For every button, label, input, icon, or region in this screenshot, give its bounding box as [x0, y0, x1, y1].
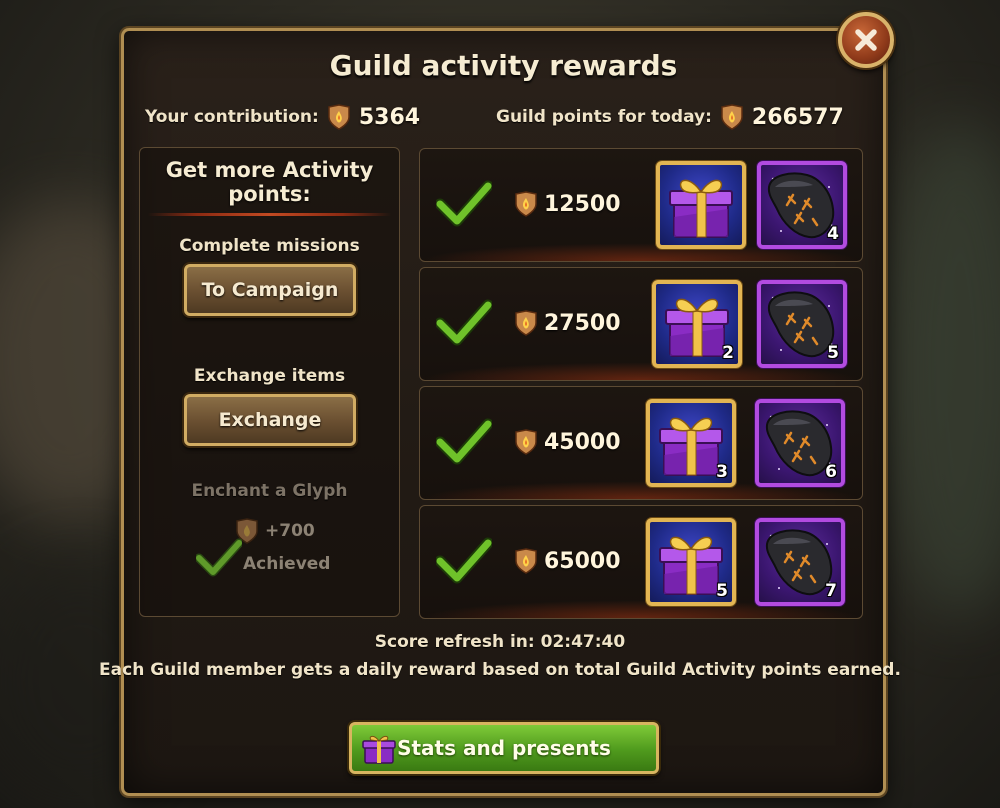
gift-quantity: 5 [716, 581, 728, 601]
glyph-reward[interactable]: 5 [757, 280, 847, 368]
tier-points-value: 27500 [544, 310, 621, 336]
guild-points-label: Guild points for today: [496, 107, 712, 127]
glyph-reward[interactable]: 6 [755, 399, 845, 487]
gift-box-icon [669, 179, 733, 238]
activity-sources-panel: Get more Activity points: Complete missi… [139, 147, 400, 617]
glyph-reward[interactable]: 7 [755, 518, 845, 606]
tier-points: 12500 [514, 191, 621, 217]
close-icon [855, 29, 877, 51]
contribution-value: 5364 [358, 104, 421, 130]
glyph-quantity: 7 [825, 581, 837, 601]
glyph-quantity: 5 [827, 343, 839, 363]
missions-label: Complete missions [179, 236, 360, 256]
divider [148, 213, 391, 216]
stats-and-presents-button[interactable]: Stats and presents [349, 722, 659, 774]
gift-quantity: 2 [722, 343, 734, 363]
sources-heading: Get more Activity points: [140, 158, 399, 206]
checkmark-icon [436, 418, 492, 465]
gift-quantity: 3 [716, 462, 728, 482]
sources-heading-line2: points: [228, 182, 311, 206]
gift-reward[interactable]: 5 [646, 518, 736, 606]
reward-info-text: Each Guild member gets a daily reward ba… [99, 660, 901, 680]
guild-points-stat: Guild points for today: 266577 [496, 104, 844, 130]
activity-shield-icon [515, 191, 537, 217]
tier-points-value: 12500 [544, 191, 621, 217]
glyph-bonus: +700 [235, 518, 315, 544]
reward-tier-row: 27500 2 5 [419, 267, 863, 381]
contribution-stat: Your contribution: 5364 [145, 104, 420, 130]
activity-shield-icon [721, 104, 743, 130]
exchange-button[interactable]: Exchange [184, 394, 356, 446]
glyph-quantity: 6 [825, 462, 837, 482]
dialog-title: Guild activity rewards [329, 49, 678, 82]
tier-points: 45000 [514, 429, 621, 455]
sources-heading-line1: Get more Activity [165, 158, 374, 182]
tier-points: 65000 [514, 548, 621, 574]
activity-shield-icon [515, 310, 537, 336]
checkmark-icon [196, 538, 242, 577]
score-refresh-timer: Score refresh in: 02:47:40 [374, 632, 626, 652]
glyph-bonus-value: +700 [265, 521, 315, 541]
activity-shield-icon [515, 548, 537, 574]
tier-points: 27500 [514, 310, 621, 336]
guild-points-value: 266577 [751, 104, 844, 130]
gift-reward[interactable]: 2 [652, 280, 742, 368]
gift-reward[interactable]: 3 [646, 399, 736, 487]
reward-tier-row: 65000 5 7 [419, 505, 863, 619]
checkmark-icon [436, 180, 492, 227]
glyph-reward[interactable]: 4 [757, 161, 847, 249]
tier-points-value: 65000 [544, 548, 621, 574]
glyph-status: Achieved [243, 554, 331, 574]
contribution-label: Your contribution: [145, 107, 319, 127]
gift-box-icon [362, 735, 396, 764]
checkmark-icon [436, 299, 492, 346]
gift-reward[interactable] [656, 161, 746, 249]
reward-tier-row: 45000 3 6 [419, 386, 863, 500]
activity-shield-icon [515, 429, 537, 455]
exchange-label: Exchange items [193, 366, 346, 386]
to-campaign-button[interactable]: To Campaign [184, 264, 356, 316]
activity-shield-icon [328, 104, 350, 130]
checkmark-icon [436, 537, 492, 584]
reward-tier-row: 12500 4 [419, 148, 863, 262]
tier-points-value: 45000 [544, 429, 621, 455]
glyph-label: Enchant a Glyph [191, 481, 348, 501]
close-button[interactable] [838, 12, 894, 68]
stats-button-label: Stats and presents [397, 736, 611, 760]
background-blur [880, 120, 1000, 620]
glyph-quantity: 4 [827, 224, 839, 244]
